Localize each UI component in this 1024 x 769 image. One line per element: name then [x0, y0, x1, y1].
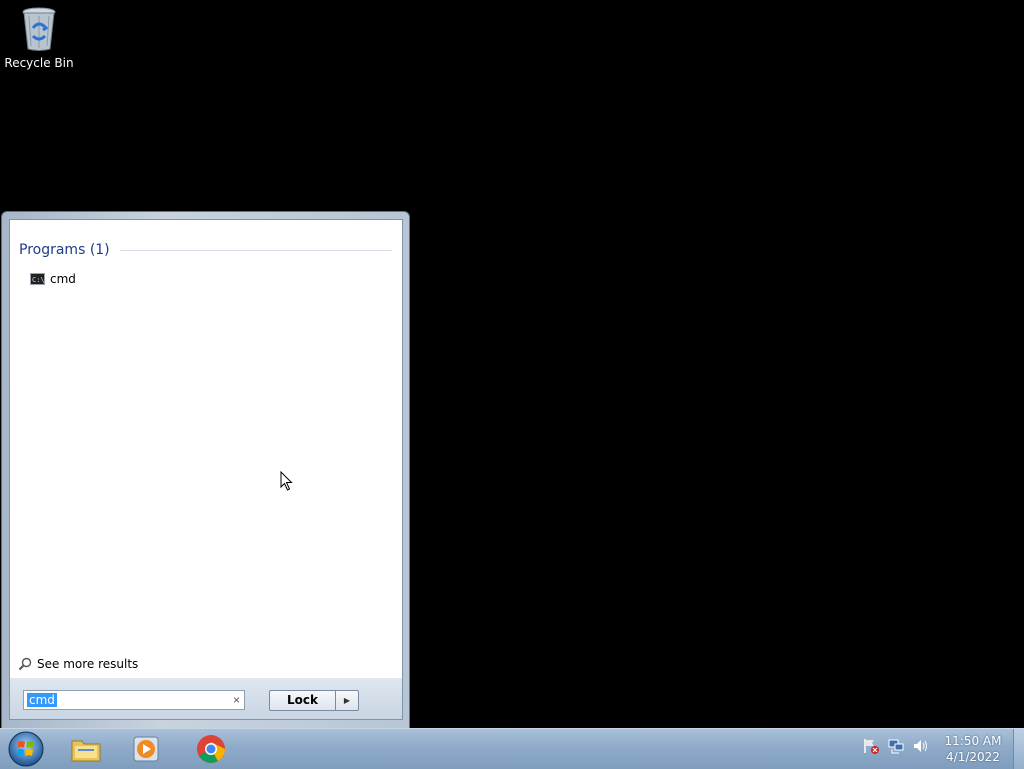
media-player-icon[interactable]: [130, 732, 164, 766]
power-options-arrow-icon[interactable]: ▶: [335, 690, 359, 711]
network-icon[interactable]: [887, 737, 905, 755]
see-more-label: See more results: [37, 657, 139, 671]
result-item-label: cmd: [50, 272, 76, 286]
folder-icon[interactable]: [69, 732, 103, 766]
clear-search-icon[interactable]: ×: [233, 691, 240, 709]
system-tray: [862, 737, 930, 755]
clock-date: 4/1/2022: [946, 750, 1000, 764]
clock-time: 11:50 AM: [944, 734, 1002, 748]
group-divider: [119, 249, 392, 251]
desktop-icon-recycle-bin[interactable]: Recycle Bin: [4, 6, 74, 76]
search-selected-text: cmd: [27, 693, 57, 707]
taskbar-clock[interactable]: 11:50 AM 4/1/2022: [940, 733, 1006, 765]
power-button-group: Lock ▶: [269, 690, 359, 711]
volume-icon[interactable]: [912, 737, 930, 755]
action-center-flag-icon[interactable]: [862, 737, 880, 755]
command-prompt-icon: C:\: [30, 273, 45, 285]
search-icon: [18, 657, 32, 671]
show-desktop-button[interactable]: [1013, 729, 1024, 769]
desktop-icon-label: Recycle Bin: [4, 56, 74, 70]
lock-button[interactable]: Lock: [269, 690, 335, 711]
chrome-icon[interactable]: [194, 732, 228, 766]
taskbar: 11:50 AM 4/1/2022: [0, 728, 1024, 769]
start-search-box[interactable]: cmd ×: [23, 690, 245, 710]
start-button-icon[interactable]: [6, 730, 46, 768]
mouse-cursor-icon: [280, 471, 293, 491]
see-more-results-link[interactable]: See more results: [18, 657, 138, 671]
programs-group-header[interactable]: Programs (1): [19, 242, 392, 258]
start-menu-bottom-bar: cmd × Lock ▶: [9, 678, 403, 720]
search-results-pane: Programs (1) C:\ cmd See more results: [9, 219, 403, 679]
recycle-bin-icon: [22, 7, 56, 51]
group-header-label: Programs (1): [19, 242, 110, 258]
start-menu: Programs (1) C:\ cmd See more results cm…: [1, 211, 410, 729]
result-item-cmd[interactable]: C:\ cmd: [30, 270, 180, 288]
